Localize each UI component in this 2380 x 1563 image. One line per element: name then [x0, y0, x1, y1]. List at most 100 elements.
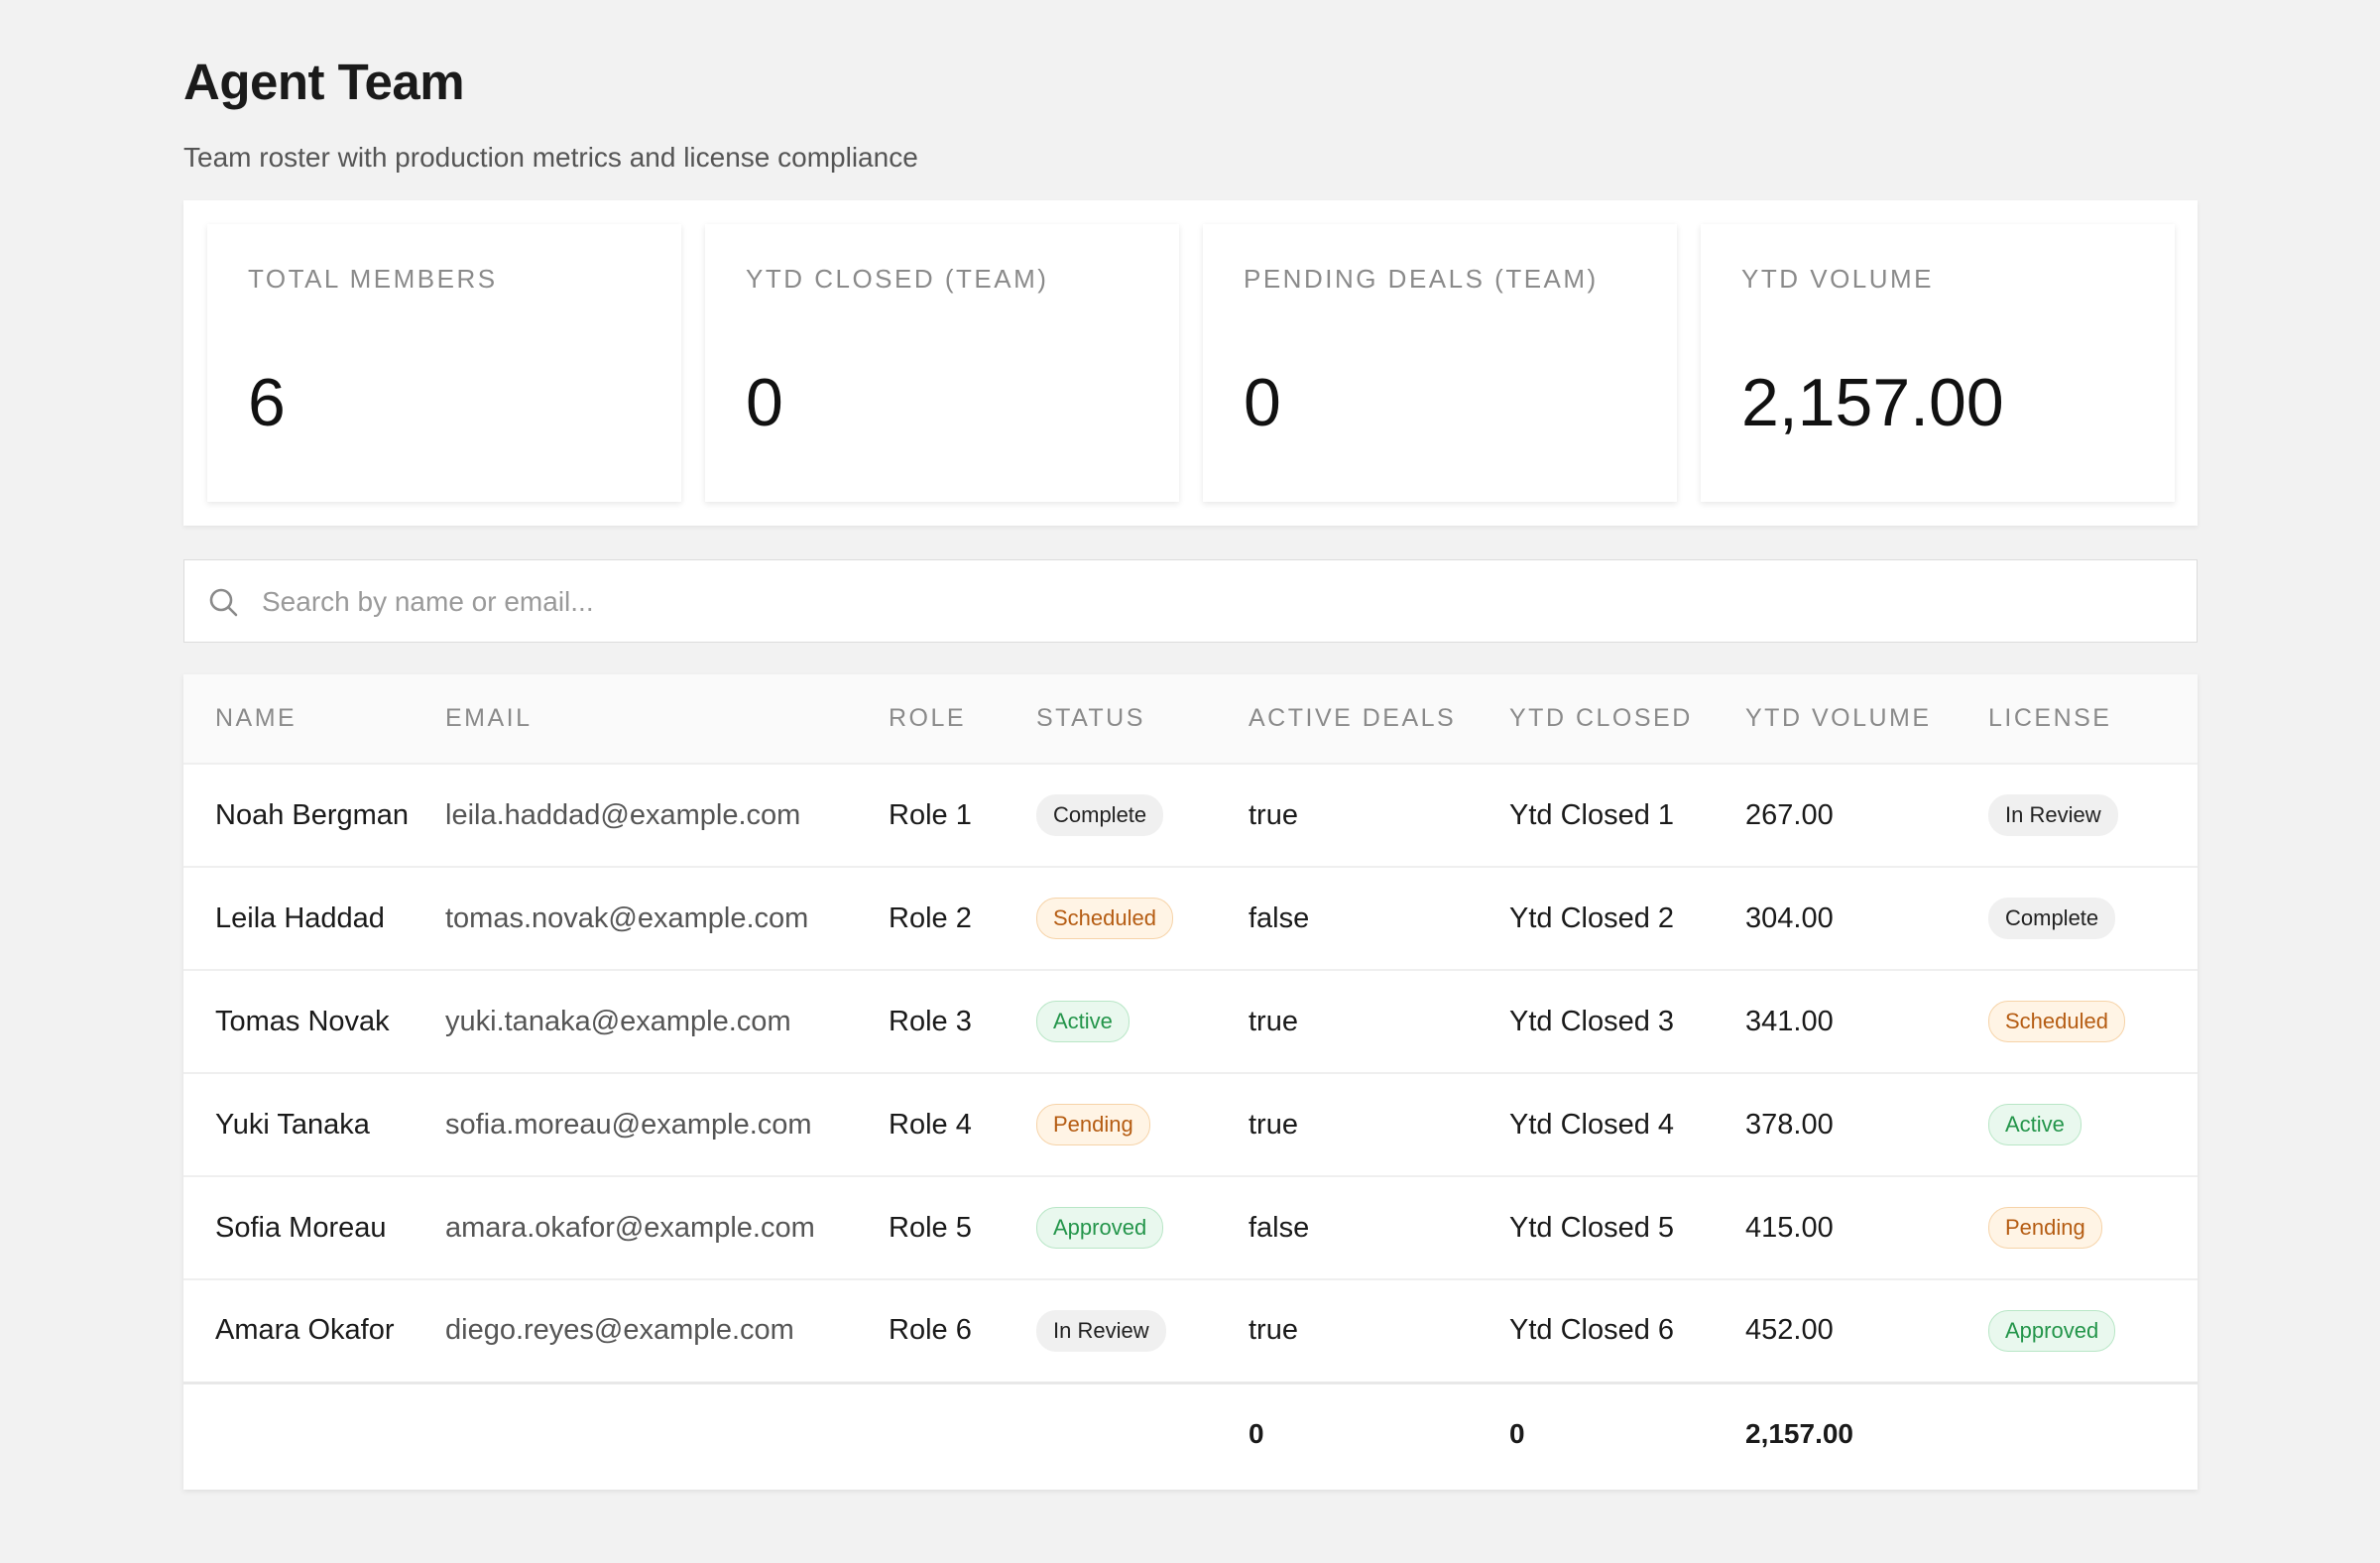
cell-ytd-volume: 267.00: [1745, 798, 1834, 831]
cell-license: Approved: [1988, 1279, 2198, 1383]
cell-ytd-closed: Ytd Closed 3: [1509, 1005, 1675, 1037]
cell-email: amara.okafor@example.com: [445, 1211, 815, 1244]
column-header-active-deals[interactable]: ACTIVE DEALS: [1249, 674, 1509, 764]
table-row[interactable]: Sofia Moreau amara.okafor@example.com Ro…: [183, 1176, 2198, 1279]
stat-value: 0: [1244, 365, 1281, 440]
agent-team-page: Agent Team Team roster with production m…: [183, 52, 2198, 1490]
license-badge: Scheduled: [1988, 1001, 2125, 1042]
cell-email: leila.haddad@example.com: [445, 798, 801, 831]
cell-name: Tomas Novak: [215, 1005, 390, 1037]
stat-value: 0: [746, 365, 783, 440]
license-badge: Approved: [1988, 1309, 2116, 1352]
table-row[interactable]: Amara Okafor diego.reyes@example.com Rol…: [183, 1279, 2198, 1383]
stat-label: YTD VOLUME: [1741, 264, 1935, 294]
status-badge: In Review: [1036, 1309, 1166, 1352]
stat-value: 6: [248, 365, 286, 440]
column-header-role[interactable]: ROLE: [889, 674, 1036, 764]
cell-email: diego.reyes@example.com: [445, 1314, 794, 1347]
cell-active-deals: false: [1249, 1211, 1310, 1244]
license-badge: Complete: [1988, 898, 2116, 939]
cell-ytd-closed: Ytd Closed 1: [1509, 798, 1675, 831]
cell-status: Approved: [1036, 1176, 1249, 1279]
column-header-email[interactable]: EMAIL: [445, 674, 889, 764]
cell-ytd-closed: Ytd Closed 2: [1509, 902, 1675, 934]
license-badge: In Review: [1988, 794, 2118, 836]
cell-role: Role 3: [889, 1005, 972, 1037]
cell-status: Complete: [1036, 764, 1249, 867]
total-ytd-volume: 2,157.00: [1745, 1417, 1853, 1449]
license-badge: Active: [1988, 1104, 2082, 1145]
search-icon: [209, 588, 238, 617]
cell-license: Scheduled: [1988, 970, 2198, 1073]
stat-label: YTD CLOSED (TEAM): [746, 264, 1049, 294]
cell-status: In Review: [1036, 1279, 1249, 1383]
team-table: NAME EMAIL ROLE STATUS ACTIVE DEALS YTD …: [183, 674, 2198, 1484]
status-badge: Pending: [1036, 1104, 1150, 1145]
column-header-license[interactable]: LICENSE: [1988, 674, 2198, 764]
search-bar: [183, 559, 2198, 644]
cell-ytd-volume: 378.00: [1745, 1108, 1834, 1141]
cell-status: Active: [1036, 970, 1249, 1073]
cell-role: Role 5: [889, 1211, 972, 1244]
table-row[interactable]: Leila Haddad tomas.novak@example.com Rol…: [183, 867, 2198, 970]
cell-status: Pending: [1036, 1073, 1249, 1176]
cell-email: yuki.tanaka@example.com: [445, 1005, 791, 1037]
cell-ytd-volume: 341.00: [1745, 1005, 1834, 1037]
stat-card-ytd-volume: YTD VOLUME 2,157.00: [1701, 224, 2175, 502]
table-header-row: NAME EMAIL ROLE STATUS ACTIVE DEALS YTD …: [183, 674, 2198, 764]
cell-ytd-closed: Ytd Closed 5: [1509, 1211, 1675, 1244]
search-input[interactable]: [260, 560, 2148, 644]
totals-empty-cell: [445, 1383, 889, 1484]
cell-email: sofia.moreau@example.com: [445, 1108, 812, 1141]
cell-role: Role 2: [889, 902, 972, 934]
total-active-deals: 0: [1249, 1417, 1264, 1449]
stat-value: 2,157.00: [1741, 365, 2004, 440]
totals-empty-cell: [889, 1383, 1036, 1484]
cell-license: In Review: [1988, 764, 2198, 867]
cell-name: Sofia Moreau: [215, 1211, 387, 1244]
cell-status: Scheduled: [1036, 867, 1249, 970]
cell-ytd-closed: Ytd Closed 6: [1509, 1314, 1675, 1347]
license-badge: Pending: [1988, 1207, 2102, 1249]
cell-active-deals: true: [1249, 1108, 1298, 1141]
status-badge: Complete: [1036, 794, 1164, 836]
totals-empty-cell: [183, 1383, 445, 1484]
column-header-status[interactable]: STATUS: [1036, 674, 1249, 764]
cell-name: Yuki Tanaka: [215, 1108, 370, 1141]
stat-card-ytd-closed: YTD CLOSED (TEAM) 0: [705, 224, 1179, 502]
cell-ytd-volume: 452.00: [1745, 1314, 1834, 1347]
status-badge: Active: [1036, 1001, 1130, 1042]
cell-active-deals: true: [1249, 798, 1298, 831]
page-subtitle: Team roster with production metrics and …: [183, 142, 918, 173]
table-row[interactable]: Noah Bergman leila.haddad@example.com Ro…: [183, 764, 2198, 867]
cell-name: Amara Okafor: [215, 1314, 395, 1347]
totals-empty-cell: [1988, 1383, 2198, 1484]
stat-card-total-members: TOTAL MEMBERS 6: [207, 224, 681, 502]
column-header-name[interactable]: NAME: [183, 674, 445, 764]
status-badge: Approved: [1036, 1207, 1164, 1249]
status-badge: Scheduled: [1036, 898, 1173, 939]
table-row[interactable]: Yuki Tanaka sofia.moreau@example.com Rol…: [183, 1073, 2198, 1176]
cell-role: Role 4: [889, 1108, 972, 1141]
cell-name: Leila Haddad: [215, 902, 385, 934]
table-totals-row: 0 0 2,157.00: [183, 1383, 2198, 1484]
total-ytd-closed: 0: [1509, 1417, 1525, 1449]
cell-role: Role 1: [889, 798, 972, 831]
column-header-ytd-volume[interactable]: YTD VOLUME: [1745, 674, 1988, 764]
stats-panel: TOTAL MEMBERS 6 YTD CLOSED (TEAM) 0 PEND…: [183, 200, 2198, 526]
stat-label: PENDING DEALS (TEAM): [1244, 264, 1599, 294]
cell-ytd-closed: Ytd Closed 4: [1509, 1108, 1675, 1141]
cell-name: Noah Bergman: [215, 798, 410, 831]
stat-label: TOTAL MEMBERS: [248, 264, 498, 294]
table-row[interactable]: Tomas Novak yuki.tanaka@example.com Role…: [183, 970, 2198, 1073]
column-header-ytd-closed[interactable]: YTD CLOSED: [1509, 674, 1745, 764]
page-title: Agent Team: [183, 54, 465, 110]
cell-license: Pending: [1988, 1176, 2198, 1279]
cell-active-deals: true: [1249, 1005, 1298, 1037]
cell-email: tomas.novak@example.com: [445, 902, 809, 934]
cell-active-deals: true: [1249, 1314, 1298, 1347]
cell-ytd-volume: 415.00: [1745, 1211, 1834, 1244]
stat-card-pending-deals: PENDING DEALS (TEAM) 0: [1203, 224, 1677, 502]
cell-ytd-volume: 304.00: [1745, 902, 1834, 934]
cell-role: Role 6: [889, 1314, 972, 1347]
